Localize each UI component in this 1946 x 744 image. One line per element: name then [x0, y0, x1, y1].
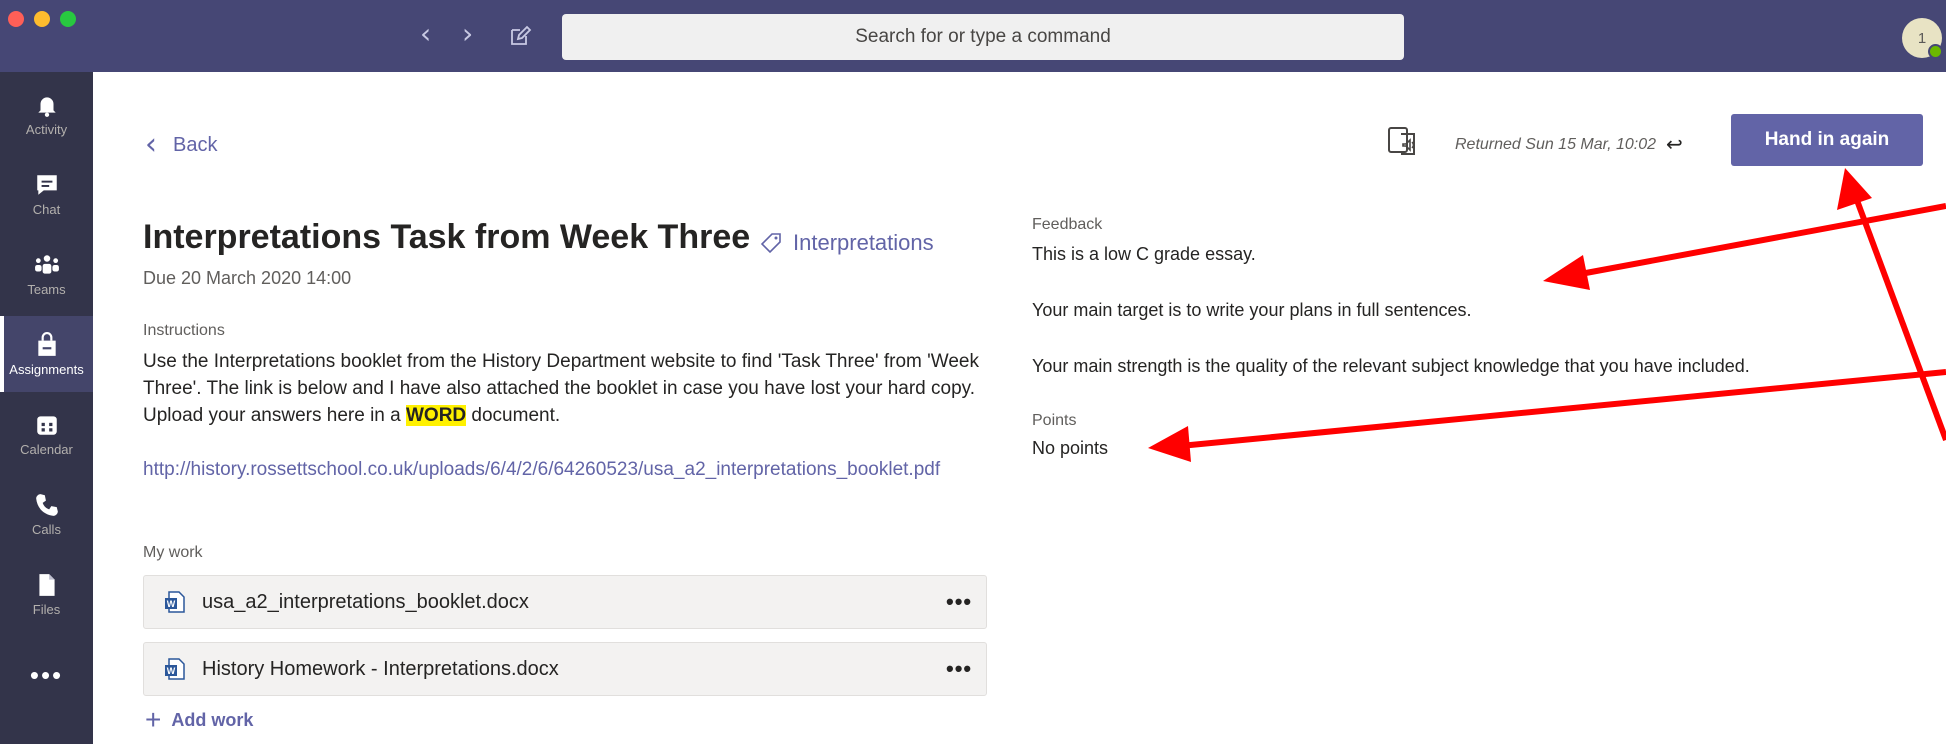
minimize-window-button[interactable] — [34, 11, 50, 27]
instructions-label: Instructions — [143, 322, 225, 339]
chevron-left-icon: ‹ — [145, 127, 157, 162]
returned-text: Returned Sun 15 Mar, 10:02 — [1455, 135, 1657, 153]
rail-item-teams[interactable]: Teams — [0, 236, 93, 312]
due-date: Due 20 March 2020 14:00 — [143, 268, 352, 288]
file-icon — [38, 573, 55, 596]
word-doc-icon: W — [165, 591, 185, 613]
assignment-title: Interpretations Task from Week Three — [143, 218, 751, 256]
rail-item-calendar[interactable]: Calendar — [0, 396, 93, 472]
tag-icon — [760, 233, 781, 254]
word-doc-icon: W — [165, 658, 185, 680]
rail-item-activity[interactable]: Activity — [0, 76, 93, 152]
rail-item-calls[interactable]: Calls — [0, 476, 93, 552]
back-button[interactable]: ‹ Back — [145, 130, 217, 160]
return-arrow-icon: ↩ — [1666, 134, 1683, 156]
booklet-link[interactable]: http://history.rossettschool.co.uk/uploa… — [143, 456, 1083, 483]
rail-item-label: Chat — [32, 201, 61, 217]
file-more-button[interactable]: ••• — [946, 656, 986, 682]
search-placeholder: Search for or type a command — [855, 26, 1111, 47]
back-label: Back — [173, 133, 218, 156]
phone-icon — [35, 493, 58, 516]
close-window-button[interactable] — [8, 11, 24, 27]
title-bar: ‹ › Search for or type a command 1 — [0, 0, 1946, 72]
feedback-label: Feedback — [1032, 216, 1103, 233]
avatar-initials: 1 — [1917, 29, 1927, 47]
file-name: usa_a2_interpretations_booklet.docx — [202, 590, 529, 613]
tag-label: Interpretations — [793, 230, 934, 255]
rail-item-files[interactable]: Files — [0, 556, 93, 632]
app-rail: Activity Chat Teams Assignments Calendar… — [0, 72, 93, 744]
rail-item-chat[interactable]: Chat — [0, 156, 93, 232]
file-more-button[interactable]: ••• — [946, 589, 986, 615]
rail-item-label: Assignments — [9, 361, 84, 377]
zoom-window-button[interactable] — [60, 11, 76, 27]
add-work-button[interactable]: + Add work — [145, 706, 253, 734]
assignment-detail: ‹ Back Returned Sun 15 Mar, 10:02 ↩ Hand… — [93, 72, 1946, 744]
chat-icon — [36, 174, 57, 195]
points-value: No points — [1032, 438, 1109, 458]
presence-available-icon — [1928, 44, 1943, 59]
feedback-line: Your main strength is the quality of the… — [1032, 356, 1750, 376]
rail-item-label: Activity — [25, 121, 68, 137]
file-name: History Homework - Interpretations.docx — [202, 657, 559, 680]
returned-status: Returned Sun 15 Mar, 10:02 ↩ — [1455, 132, 1683, 157]
history-forward-icon[interactable]: › — [462, 20, 473, 48]
attached-file[interactable]: W History Homework - Interpretations.doc… — [143, 642, 987, 696]
attached-file[interactable]: W usa_a2_interpretations_booklet.docx ••… — [143, 575, 987, 629]
svg-text:W: W — [167, 599, 176, 609]
feedback-line: Your main target is to write your plans … — [1032, 300, 1472, 320]
immersive-reader-icon[interactable] — [1386, 124, 1420, 158]
assignments-icon — [37, 331, 56, 356]
points-label: Points — [1032, 412, 1077, 429]
instructions-text: Use the Interpretations booklet from the… — [143, 348, 1023, 429]
compose-icon[interactable] — [508, 24, 532, 48]
feedback-line: This is a low C grade essay. — [1032, 244, 1256, 264]
rail-item-label: Calendar — [20, 441, 73, 457]
category-tag[interactable]: Interpretations — [759, 230, 934, 256]
hand-in-again-button[interactable]: Hand in again — [1731, 114, 1923, 166]
plus-icon: + — [145, 704, 162, 735]
instructions-part: document. — [466, 405, 561, 426]
rail-item-label: Calls — [32, 521, 61, 537]
rail-item-assignments[interactable]: Assignments — [0, 316, 93, 392]
more-apps-button[interactable]: ••• — [0, 660, 93, 691]
bell-icon — [37, 96, 56, 117]
teams-icon — [34, 254, 59, 274]
search-input[interactable]: Search for or type a command — [562, 14, 1404, 60]
instructions-part: Use the Interpretations booklet from the… — [143, 351, 979, 426]
my-work-label: My work — [143, 544, 203, 561]
instructions-highlight: WORD — [405, 405, 467, 426]
history-back-icon[interactable]: ‹ — [420, 20, 431, 48]
add-work-label: Add work — [171, 709, 254, 730]
svg-text:W: W — [167, 666, 176, 676]
rail-item-label: Teams — [27, 281, 66, 297]
rail-item-label: Files — [32, 601, 61, 617]
calendar-icon — [36, 415, 57, 435]
